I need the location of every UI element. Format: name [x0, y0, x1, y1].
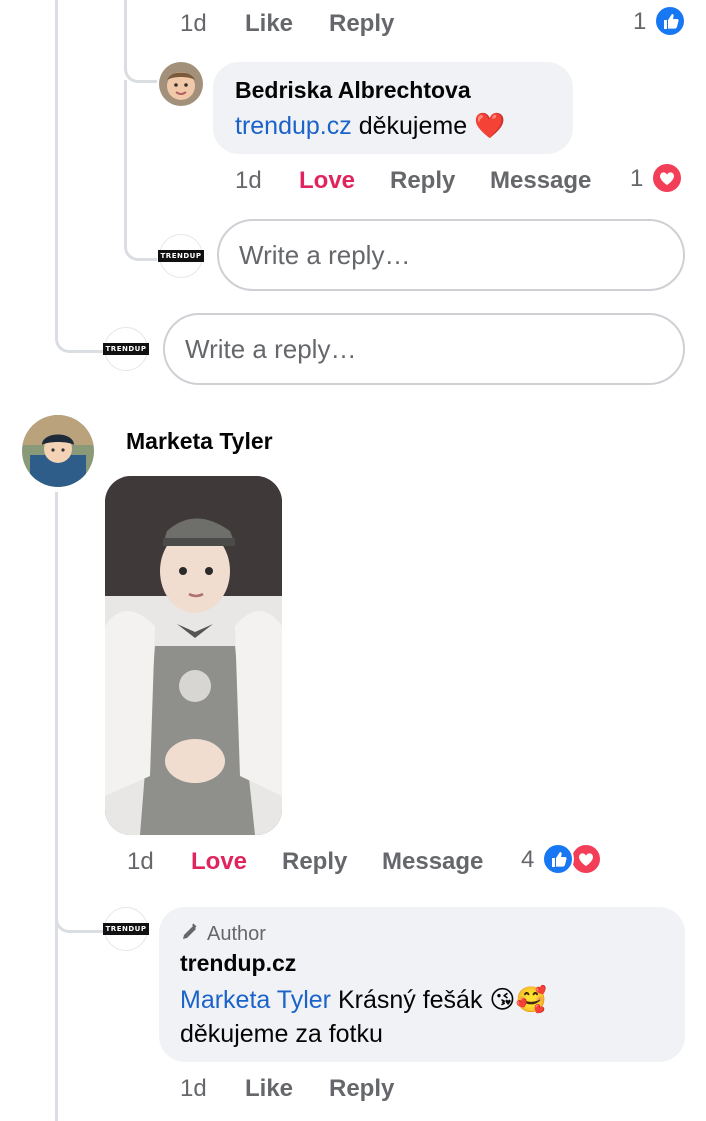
inner-reply-input[interactable]: Write a reply… — [217, 219, 685, 291]
like-reaction-icon — [542, 843, 574, 875]
trendup-logo: TRENDUP — [102, 343, 150, 355]
outer-reply-input[interactable]: Write a reply… — [163, 313, 685, 385]
baby-photo-attachment[interactable] — [105, 476, 282, 835]
marketa-mention-link[interactable]: Marketa Tyler — [180, 986, 331, 1014]
marketa-author-name[interactable]: Marketa Tyler — [126, 428, 273, 455]
like-reaction-icon — [654, 5, 686, 37]
trendup-reply-button[interactable]: Reply — [329, 1075, 394, 1103]
marketa-reply-button[interactable]: Reply — [282, 848, 347, 876]
top-comment-time: 1d — [180, 10, 207, 37]
bedriska-comment-text: trendup.cz děkujeme ❤️ — [235, 112, 505, 141]
trendup-like-button[interactable]: Like — [245, 1075, 293, 1103]
bedriska-text: děkujeme — [358, 112, 468, 140]
trendup-comment-line2: děkujeme za fotku — [180, 1020, 383, 1048]
thread-line-inner-2 — [124, 80, 127, 230]
top-comment-reply-button[interactable]: Reply — [329, 10, 394, 38]
top-comment-reaction-count[interactable]: 1 — [633, 8, 646, 36]
marketa-reaction-count[interactable]: 4 — [521, 846, 534, 874]
pencil-icon — [180, 922, 200, 942]
red-heart-emoji: ❤️ — [474, 112, 506, 140]
trendup-logo: TRENDUP — [157, 250, 205, 262]
love-reaction-icon — [570, 843, 602, 875]
author-badge: Author — [207, 923, 266, 945]
bedriska-author-name[interactable]: Bedriska Albrechtova — [235, 77, 471, 104]
bedriska-time: 1d — [235, 167, 262, 194]
trendup-comment-line1: Marketa Tyler Krásný fešák 😘🥰 — [180, 985, 547, 1015]
marketa-avatar[interactable] — [22, 415, 94, 487]
bedriska-reaction-count[interactable]: 1 — [630, 165, 643, 193]
thread-curve-bedriska — [124, 40, 157, 83]
love-reaction-icon — [651, 162, 683, 194]
bedriska-message-button[interactable]: Message — [490, 167, 591, 195]
thread-line-marketa — [55, 492, 58, 1121]
thread-curve-inner-reply — [124, 220, 157, 261]
thread-curve-outer-reply — [55, 300, 103, 353]
thread-line-outer — [55, 0, 58, 320]
trendup-logo: TRENDUP — [102, 923, 150, 935]
top-comment-like-button[interactable]: Like — [245, 10, 293, 38]
trendup-author-name[interactable]: trendup.cz — [180, 950, 296, 977]
marketa-message-button[interactable]: Message — [382, 848, 483, 876]
marketa-time: 1d — [127, 848, 154, 875]
trendup-avatar-inner: TRENDUP — [157, 234, 205, 278]
trendup-time: 1d — [180, 1075, 207, 1102]
bedriska-love-button[interactable]: Love — [299, 167, 355, 195]
trendup-avatar-outer: TRENDUP — [102, 327, 150, 371]
bedriska-avatar[interactable] — [159, 62, 203, 106]
marketa-love-button[interactable]: Love — [191, 848, 247, 876]
bedriska-reply-button[interactable]: Reply — [390, 167, 455, 195]
trendup-text-line1: Krásný fešák 😘🥰 — [337, 986, 547, 1014]
trendup-avatar-reply[interactable]: TRENDUP — [102, 907, 150, 951]
bedriska-mention-link[interactable]: trendup.cz — [235, 112, 352, 140]
thread-curve-trendup-reply — [55, 895, 103, 933]
